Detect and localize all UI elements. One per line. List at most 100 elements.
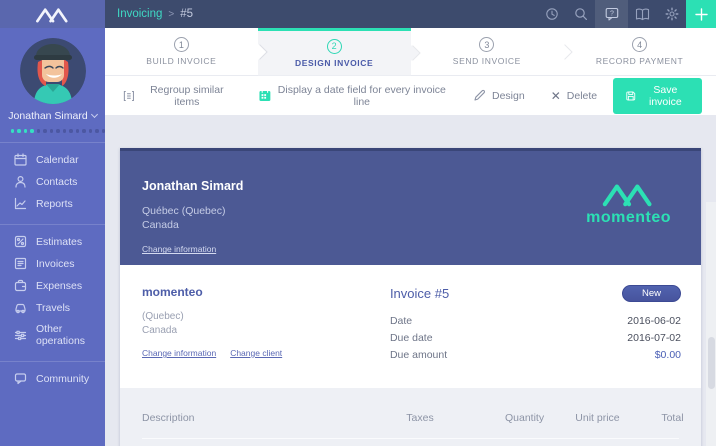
sidebar-item-contacts[interactable]: Contacts (0, 171, 105, 193)
pagination-dot[interactable] (11, 129, 15, 133)
pagination-dot[interactable] (30, 129, 34, 133)
pagination-dot[interactable] (82, 129, 86, 133)
travels-icon (14, 301, 27, 314)
sender-country: Canada (142, 218, 179, 231)
sidebar-item-calendar[interactable]: Calendar (0, 149, 105, 171)
column-unit-price: Unit price (575, 412, 620, 424)
pagination-dot[interactable] (56, 129, 60, 133)
book-icon[interactable] (628, 0, 657, 28)
date-calendar-icon (259, 89, 271, 101)
step-number: 2 (326, 38, 342, 54)
field-label: Due amount (389, 348, 448, 361)
invoice-card: Jonathan Simard Québec (Quebec) Canada C… (120, 148, 701, 446)
brand-name: momenteo (586, 209, 671, 226)
breadcrumb: Invoicing > #5 (105, 0, 193, 28)
sidebar-item-community[interactable]: Community (0, 368, 105, 390)
expenses-icon (14, 279, 27, 292)
user-menu[interactable]: Jonathan Simard (0, 110, 105, 122)
save-invoice-button[interactable]: Save invoice (613, 77, 702, 114)
column-description: Description (142, 412, 195, 424)
step-design-invoice[interactable]: 2 DESIGN INVOICE (257, 28, 419, 76)
pagination-dot[interactable] (95, 129, 99, 133)
help-bubble-icon[interactable]: ? (595, 0, 628, 28)
step-label: DESIGN INVOICE (294, 57, 374, 68)
sidebar-item-estimates[interactable]: Estimates (0, 231, 105, 253)
change-information-link[interactable]: Change information (142, 244, 216, 254)
table-divider (142, 438, 679, 439)
history-icon[interactable] (537, 0, 566, 28)
chevron-down-icon (90, 110, 98, 119)
pagination-dot[interactable] (23, 129, 28, 133)
main-content: 1 BUILD INVOICE 2 DESIGN INVOICE 3 SEND … (105, 28, 716, 446)
date-field-toggle-button[interactable]: Display a date field for every invoice l… (259, 84, 447, 108)
topbar-icons: ? (537, 0, 686, 28)
community-icon (14, 372, 27, 385)
design-button[interactable]: Design (473, 89, 525, 102)
field-value: 2016-06-02 (627, 314, 681, 327)
step-number: 4 (632, 37, 648, 52)
column-taxes: Taxes (406, 412, 434, 424)
pagination-dot[interactable] (43, 129, 47, 133)
pagination-dot[interactable] (88, 129, 93, 133)
field-value: 2016-07-02 (627, 331, 681, 344)
add-button[interactable] (686, 0, 716, 28)
step-number: 3 (479, 37, 495, 52)
save-icon (626, 91, 636, 100)
pencil-icon (474, 89, 486, 101)
change-information-link[interactable]: Change information (142, 348, 216, 358)
pagination-dot[interactable] (36, 129, 41, 133)
sender-city: Québec (Quebec) (142, 205, 226, 217)
gear-icon[interactable] (657, 0, 686, 28)
sidebar-nav-main: Calendar Contacts Reports (0, 149, 105, 215)
step-record-payment[interactable]: 4 RECORD PAYMENT (563, 28, 716, 76)
sidebar-divider (0, 141, 105, 143)
client-country: Canada (142, 324, 178, 336)
pagination-dot[interactable] (75, 129, 80, 133)
sidebar-nav-documents: Estimates Invoices Expenses Travels Othe… (0, 231, 105, 352)
pagination-dot[interactable] (17, 129, 21, 133)
momenteo-brand-icon (602, 184, 652, 207)
sidebar-item-label: Contacts (36, 175, 78, 188)
step-label: BUILD INVOICE (146, 56, 217, 66)
delete-button[interactable]: ✕ Delete (551, 89, 597, 103)
pagination-dot[interactable] (49, 129, 54, 133)
momenteo-logo[interactable] (0, 0, 105, 28)
client-address: (Quebec) Canada (142, 310, 390, 337)
sidebar-item-expenses[interactable]: Expenses (0, 275, 105, 297)
pagination-dots[interactable] (0, 129, 106, 133)
pagination-dot[interactable] (101, 129, 106, 133)
scrollbar-track[interactable] (706, 202, 716, 446)
step-send-invoice[interactable]: 3 SEND INVOICE (410, 28, 572, 76)
sidebar-item-reports[interactable]: Reports (0, 193, 105, 215)
breadcrumb-invoicing[interactable]: Invoicing (117, 8, 162, 20)
client-city: (Quebec) (142, 311, 184, 322)
user-name: Jonathan Simard (8, 110, 88, 122)
invoice-body: momenteo (Quebec) Canada Change informat… (120, 265, 701, 388)
topbar: Invoicing > #5 ? (0, 0, 716, 28)
pagination-dot[interactable] (69, 129, 73, 133)
invoice-title-row: Invoice #5 New (390, 285, 681, 302)
invoice-preview-area: Jonathan Simard Québec (Quebec) Canada C… (105, 115, 716, 446)
avatar-wrap (0, 28, 105, 104)
client-links: Change information Change client (142, 348, 390, 358)
sidebar-item-other-operations[interactable]: Other operations (0, 319, 105, 352)
regroup-items-button[interactable]: Regroup similar items (123, 84, 233, 108)
invoice-line-items: Description Taxes Quantity Unit price To… (120, 388, 701, 446)
sidebar-item-travels[interactable]: Travels (0, 297, 105, 319)
step-build-invoice[interactable]: 1 BUILD INVOICE (105, 28, 267, 76)
delete-label: Delete (566, 89, 598, 102)
sidebar: Jonathan Simard Calendar Contacts Report… (0, 28, 106, 446)
field-label: Date (389, 314, 413, 327)
change-client-link[interactable]: Change client (230, 348, 282, 358)
step-label: RECORD PAYMENT (595, 56, 684, 66)
search-icon[interactable] (566, 0, 595, 28)
pagination-dot[interactable] (62, 129, 67, 133)
close-icon: ✕ (550, 88, 561, 103)
scrollbar-thumb[interactable] (707, 337, 715, 389)
invoice-fields: Date 2016-06-02 Due date 2016-07-02 Due … (390, 312, 681, 363)
user-avatar[interactable] (19, 38, 86, 104)
field-label: Due date (389, 331, 433, 344)
sidebar-item-invoices[interactable]: Invoices (0, 253, 105, 275)
sidebar-item-label: Travels (36, 301, 71, 314)
